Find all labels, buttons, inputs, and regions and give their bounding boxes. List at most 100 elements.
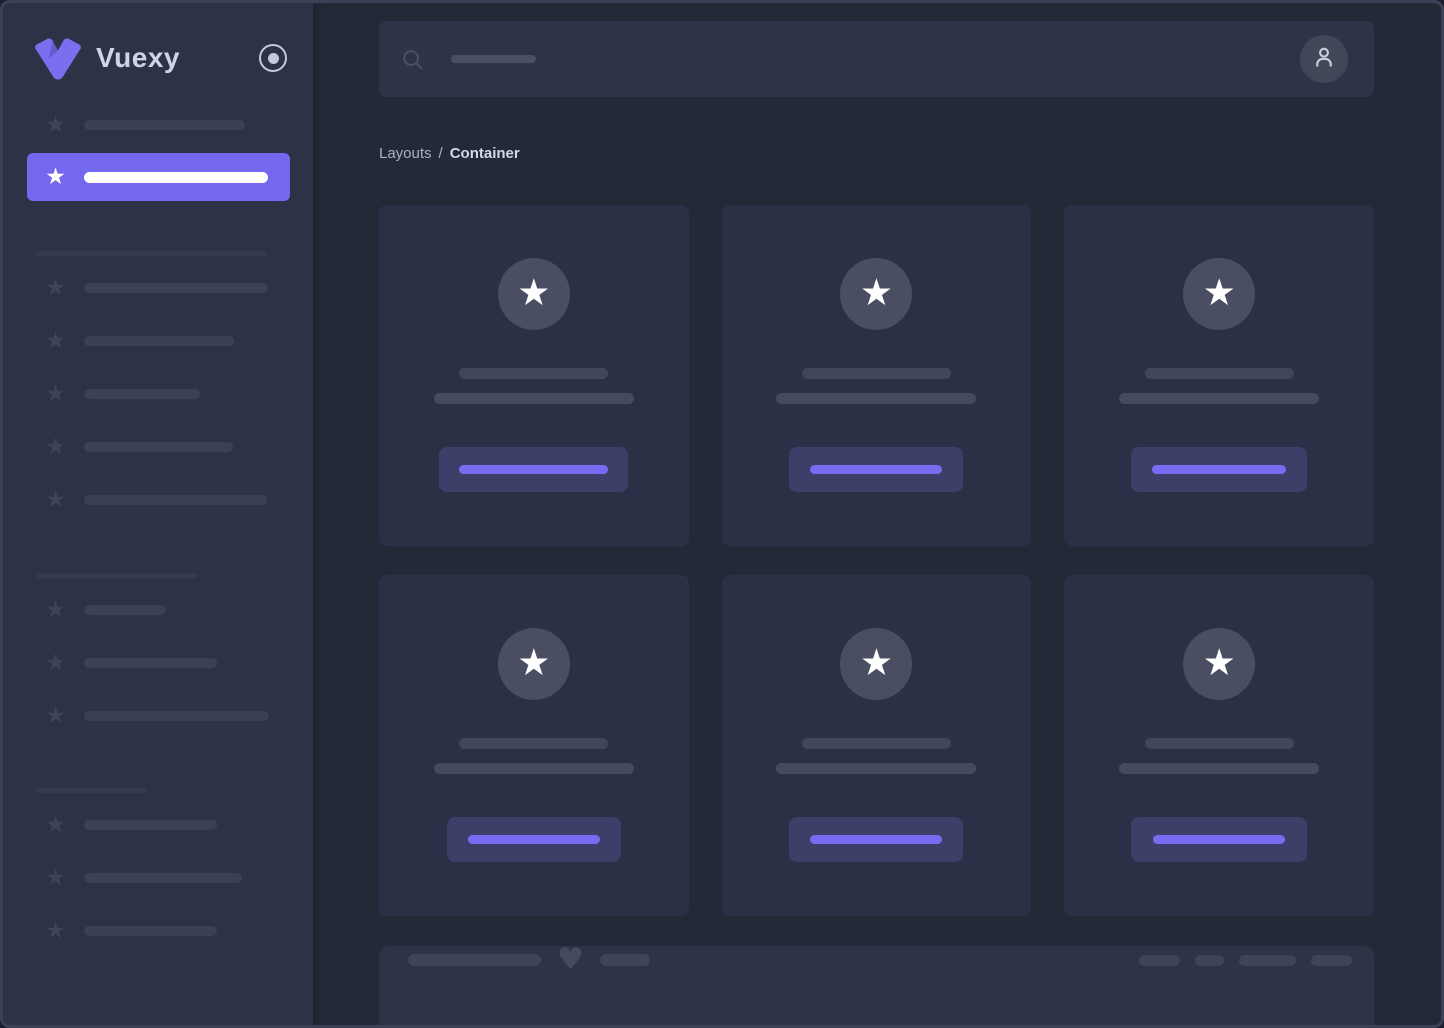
footer-link-placeholder[interactable] [1239, 954, 1296, 966]
card-grid: ★ ★ ★ ★ ★ ★ [379, 205, 1374, 916]
menu-label-placeholder [84, 658, 217, 668]
main-content: Layouts / Container ★ ★ ★ ★ ★ ★ ♥ [313, 21, 1441, 1025]
star-icon: ★ [517, 641, 551, 684]
card-avatar-circle: ★ [840, 258, 913, 330]
demo-card: ★ [721, 575, 1032, 916]
card-action-button[interactable] [446, 817, 621, 862]
menu-label-placeholder [84, 495, 267, 505]
menu-section: ★ ★ ★ [3, 813, 313, 943]
search-icon [401, 48, 424, 71]
sidebar-menu-item[interactable]: ★ [43, 329, 283, 353]
star-icon: ★ [45, 163, 66, 190]
star-icon: ★ [45, 864, 66, 891]
heart-icon: ♥ [557, 942, 584, 977]
card-title-placeholder [459, 368, 609, 379]
star-icon: ★ [45, 596, 66, 623]
footer-text-placeholder [408, 954, 541, 966]
app-title: Vuexy [96, 42, 180, 73]
card-text-placeholder [776, 393, 977, 404]
card-avatar-circle: ★ [497, 628, 570, 700]
card-text-placeholder [1119, 393, 1320, 404]
sidebar-menu-item[interactable]: ★ [43, 276, 283, 300]
card-text-placeholder [776, 763, 977, 774]
sidebar-menu-item-active[interactable]: ★ [27, 153, 290, 201]
demo-card: ★ [379, 575, 689, 916]
menu-label-placeholder [84, 926, 217, 936]
button-label-placeholder [1152, 465, 1287, 474]
card-text-placeholder [433, 763, 634, 774]
star-icon: ★ [859, 271, 894, 314]
card-action-button[interactable] [789, 447, 964, 492]
card-action-button[interactable] [1131, 817, 1308, 862]
sidebar-menu-item[interactable]: ★ [43, 704, 283, 728]
card-action-button[interactable] [439, 447, 629, 492]
menu-section-header-placeholder [36, 251, 267, 256]
menu-label-placeholder [84, 389, 200, 399]
star-icon: ★ [45, 702, 66, 729]
vuexy-logo-icon[interactable] [33, 37, 83, 80]
breadcrumb-parent-link[interactable]: Layouts [379, 145, 432, 162]
demo-card: ★ [379, 205, 689, 546]
sidebar-menu-item[interactable]: ★ [43, 382, 283, 406]
menu-label-placeholder [84, 442, 233, 452]
sidebar-menu-item[interactable]: ★ [43, 813, 283, 837]
star-icon: ★ [45, 380, 66, 407]
sidebar-menu-item[interactable]: ★ [43, 919, 283, 943]
card-text-placeholder [1119, 763, 1320, 774]
avatar-button[interactable] [1300, 35, 1348, 83]
demo-card: ★ [721, 205, 1032, 546]
menu-label-placeholder [84, 605, 166, 615]
card-title-placeholder [1144, 368, 1294, 379]
menu-label-placeholder [84, 711, 269, 721]
breadcrumb-current: Container [449, 145, 520, 162]
sidebar-menu-item[interactable]: ★ [43, 435, 283, 459]
menu-label-placeholder [84, 283, 268, 293]
button-label-placeholder [459, 465, 609, 474]
star-icon: ★ [45, 649, 66, 676]
star-icon: ★ [1202, 271, 1236, 314]
menu-section: ★ ★ ★ ★ ★ [3, 276, 313, 512]
footer-link-placeholder[interactable] [1311, 954, 1352, 966]
card-avatar-circle: ★ [497, 258, 570, 330]
app-window: Vuexy ★ ★ ★ ★ ★ ★ ★ ★ ★ ★ ★ ★ ★ Layouts … [0, 0, 1444, 1028]
card-avatar-circle: ★ [1183, 258, 1256, 330]
footer-panel: ♥ [379, 942, 1374, 1025]
menu-label-placeholder [84, 873, 242, 883]
menu-pin-toggle-icon[interactable] [259, 44, 287, 72]
search-bar[interactable] [379, 21, 1374, 97]
star-icon: ★ [45, 917, 66, 944]
menu-label-placeholder [84, 171, 268, 183]
card-action-button[interactable] [789, 817, 964, 862]
star-icon: ★ [45, 274, 66, 301]
footer-links [1139, 954, 1352, 966]
sidebar-menu-item[interactable]: ★ [43, 598, 283, 622]
footer-link-placeholder[interactable] [1195, 954, 1224, 966]
demo-card: ★ [1064, 575, 1374, 916]
star-icon: ★ [859, 641, 894, 684]
sidebar-menu-item[interactable]: ★ [43, 488, 283, 512]
card-title-placeholder [459, 738, 609, 749]
menu-section-header-placeholder [36, 573, 198, 578]
card-action-button[interactable] [1131, 447, 1308, 492]
card-avatar-circle: ★ [840, 628, 913, 700]
sidebar: Vuexy ★ ★ ★ ★ ★ ★ ★ ★ ★ ★ ★ ★ ★ [3, 3, 313, 1025]
button-label-placeholder [467, 835, 600, 844]
footer-link-placeholder[interactable] [1139, 954, 1180, 966]
star-icon: ★ [1202, 641, 1236, 684]
card-avatar-circle: ★ [1183, 628, 1256, 700]
button-label-placeholder [810, 835, 943, 844]
sidebar-menu-item[interactable]: ★ [43, 113, 283, 137]
breadcrumb: Layouts / Container [379, 145, 1374, 162]
star-icon: ★ [45, 486, 66, 513]
menu-section-header-placeholder [36, 788, 147, 793]
logo-row: Vuexy [33, 37, 287, 79]
sidebar-menu-item[interactable]: ★ [43, 651, 283, 675]
card-title-placeholder [1144, 738, 1294, 749]
star-icon: ★ [45, 111, 66, 138]
sidebar-menu-item[interactable]: ★ [43, 866, 283, 890]
demo-card: ★ [1064, 205, 1374, 546]
star-icon: ★ [45, 327, 66, 354]
star-icon: ★ [517, 271, 551, 314]
person-icon [1311, 44, 1337, 75]
menu-label-placeholder [84, 120, 245, 130]
